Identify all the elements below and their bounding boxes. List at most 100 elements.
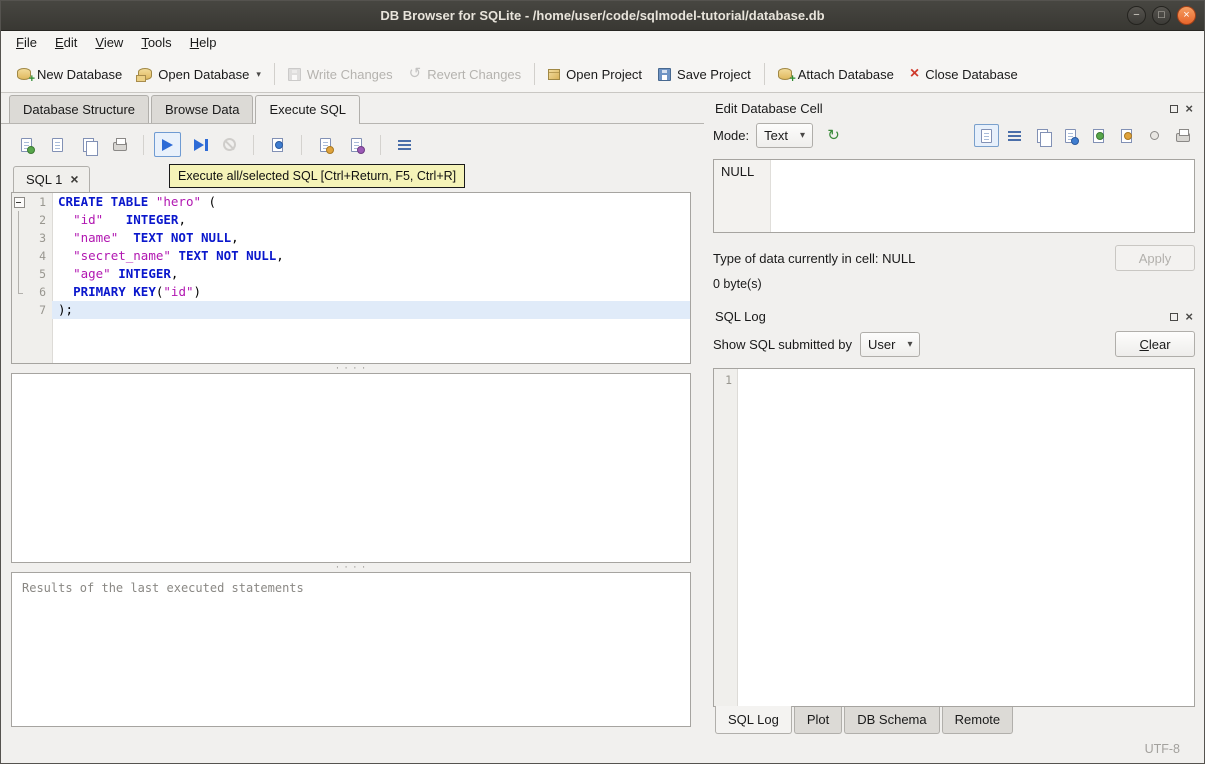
results-grid <box>11 373 691 563</box>
open-in-new-tab-icon <box>320 137 334 154</box>
database-open-icon <box>136 68 153 82</box>
close-database-button[interactable]: × Close Database <box>902 62 1026 87</box>
line-number: 1 <box>39 195 46 209</box>
cell-editor[interactable]: NULL <box>713 159 1195 233</box>
menu-view[interactable]: View <box>86 31 132 56</box>
open-database-label: Open Database <box>158 66 250 82</box>
splitter-handle[interactable] <box>11 364 691 373</box>
maximize-button-icon[interactable]: □ <box>1152 6 1171 25</box>
dock-tab-sql-log[interactable]: SQL Log <box>715 706 792 734</box>
execute-current-line-button[interactable] <box>185 132 212 157</box>
close-button-icon[interactable]: × <box>1177 6 1196 25</box>
menu-help[interactable]: Help <box>181 31 226 56</box>
sql-editor[interactable]: 1 CREATE TABLE "hero" (2 "id" INTEGER, 3 "… <box>11 192 691 364</box>
titlebar[interactable]: DB Browser for SQLite - /home/user/code/… <box>1 1 1204 31</box>
set-null-button[interactable] <box>1142 124 1167 147</box>
close-dock-icon[interactable]: × <box>1185 310 1193 323</box>
open-project-button[interactable]: Open Project <box>540 62 650 87</box>
edit-cell-header: Edit Database Cell × <box>713 93 1195 123</box>
close-tab-icon[interactable]: × <box>70 172 78 186</box>
cell-type-row: Type of data currently in cell: NULL App… <box>713 245 1195 271</box>
refresh-icon: ↻ <box>827 127 840 144</box>
combo-arrow-icon: ▾ <box>907 338 913 350</box>
app-window: DB Browser for SQLite - /home/user/code/… <box>0 0 1205 764</box>
tab-browse-data[interactable]: Browse Data <box>151 95 254 123</box>
menubar: File Edit View Tools Help <box>1 31 1204 56</box>
word-wrap-button[interactable] <box>1002 124 1027 147</box>
execute-all-button[interactable] <box>154 132 181 157</box>
save-sql-file-icon <box>52 137 63 152</box>
code-line[interactable]: "name" TEXT NOT NULL, <box>52 229 690 247</box>
export-results-button[interactable] <box>264 132 291 157</box>
code-line[interactable]: ); <box>52 301 690 319</box>
attach-database-label: Attach Database <box>797 66 894 82</box>
editor-line: 1 CREATE TABLE "hero" ( <box>12 193 690 211</box>
print-button[interactable] <box>106 132 133 157</box>
fold-guide <box>12 301 25 319</box>
minimize-button-icon[interactable]: − <box>1127 6 1146 25</box>
editor-line: 2 "id" INTEGER, <box>12 211 690 229</box>
dock-tab-plot[interactable]: Plot <box>793 707 843 734</box>
copy-button[interactable] <box>1030 124 1055 147</box>
open-project-label: Open Project <box>566 66 643 82</box>
open-sql-file-icon <box>21 137 35 154</box>
tab-database-structure[interactable]: Database Structure <box>9 95 150 123</box>
sql-log-controls: Show SQL submitted by User ▾ Clear <box>713 331 1195 357</box>
dock-tab-db-schema[interactable]: DB Schema <box>844 707 940 734</box>
open-sql-file-button[interactable] <box>13 132 40 157</box>
toolbar-separator <box>534 63 536 85</box>
main-area: Database Structure Browse Data Execute SQL… <box>1 93 704 735</box>
code-line[interactable]: PRIMARY KEY("id") <box>52 283 690 301</box>
export-button[interactable] <box>1086 124 1111 147</box>
code-line[interactable]: CREATE TABLE "hero" ( <box>52 193 690 211</box>
mode-combo[interactable]: Text ▾ <box>756 123 814 148</box>
tab-execute-sql[interactable]: Execute SQL <box>255 95 361 124</box>
project-open-icon <box>548 68 561 80</box>
dropdown-arrow-icon[interactable]: ▾ <box>256 69 261 80</box>
apply-button: Apply <box>1115 245 1195 271</box>
menu-tools[interactable]: Tools <box>132 31 180 56</box>
cell-edit-area[interactable] <box>771 160 1194 232</box>
float-dock-icon[interactable] <box>1170 104 1179 113</box>
revert-changes-button: ↺ Revert Changes <box>401 62 530 87</box>
print-cell-button[interactable] <box>1170 124 1195 147</box>
save-sql-as-button[interactable] <box>75 132 102 157</box>
right-dock: Edit Database Cell × Mode: Text ▾ ↻ NULL… <box>704 93 1204 735</box>
save-sql-file-button[interactable] <box>44 132 71 157</box>
find-replace-button[interactable] <box>343 132 370 157</box>
text-view-icon <box>981 128 992 143</box>
toolbar-separator <box>301 134 302 155</box>
menu-edit[interactable]: Edit <box>46 31 86 56</box>
line-number: 3 <box>39 231 46 245</box>
new-database-button[interactable]: New Database <box>9 62 130 87</box>
revert-changes-icon: ↺ <box>408 65 422 82</box>
tab-sql-1[interactable]: SQL 1 × <box>13 166 90 192</box>
splitter-handle-2[interactable] <box>11 563 691 572</box>
text-view-button[interactable] <box>974 124 999 147</box>
fold-marker-icon[interactable] <box>12 193 25 211</box>
cell-size-text: 0 byte(s) <box>713 277 762 291</box>
open-in-new-tab-button[interactable] <box>312 132 339 157</box>
editor-line: 4 "secret_name" TEXT NOT NULL, <box>12 247 690 265</box>
auto-format-button[interactable] <box>391 132 418 157</box>
code-line[interactable]: "id" INTEGER, <box>52 211 690 229</box>
code-line[interactable]: "secret_name" TEXT NOT NULL, <box>52 247 690 265</box>
import-data-button[interactable]: ↻ <box>820 123 847 148</box>
float-dock-icon[interactable] <box>1170 312 1179 321</box>
save-as-button[interactable] <box>1058 124 1083 147</box>
log-filter-combo[interactable]: User ▾ <box>859 331 921 357</box>
sql-log-header: SQL Log × <box>713 301 1195 331</box>
word-wrap-icon <box>1008 130 1021 133</box>
dock-tab-remote[interactable]: Remote <box>941 707 1014 734</box>
clear-button[interactable]: Clear <box>1115 331 1195 357</box>
main-tab-bar: Database Structure Browse Data Execute SQL <box>1 93 704 124</box>
open-database-button[interactable]: Open Database ▾ <box>130 62 269 87</box>
code-line[interactable]: "age" INTEGER, <box>52 265 690 283</box>
import-button[interactable] <box>1114 124 1139 147</box>
menu-file[interactable]: File <box>7 31 46 56</box>
attach-database-button[interactable]: Attach Database <box>770 62 902 87</box>
close-dock-icon[interactable]: × <box>1185 102 1193 115</box>
line-number: 5 <box>39 267 46 281</box>
save-project-button[interactable]: Save Project <box>650 62 759 87</box>
main-toolbar: New Database Open Database ▾ Write Changes ↺… <box>1 56 1204 93</box>
